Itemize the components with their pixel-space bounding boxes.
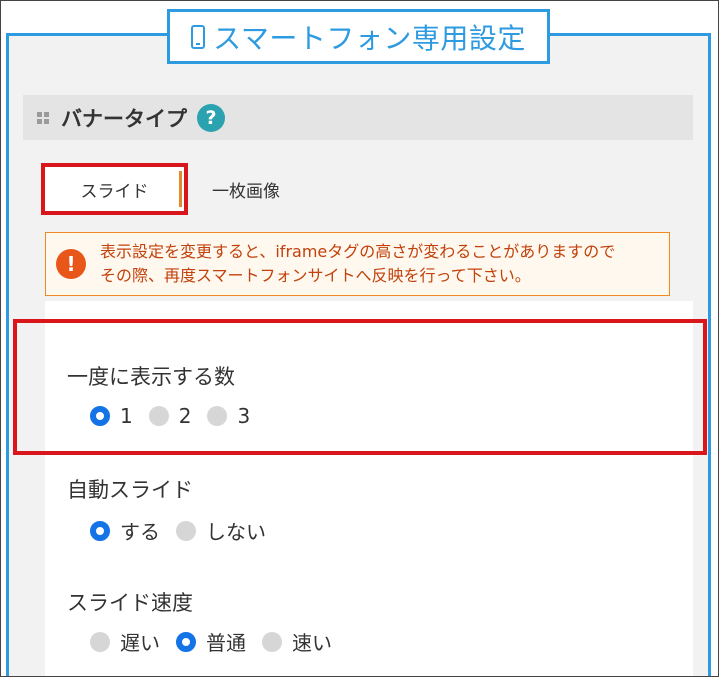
radio-button[interactable] xyxy=(176,631,196,652)
radio-group-slide-speed: 遅い 普通 速い xyxy=(90,627,348,656)
warning-line-1: 表示設定を変更すると、iframeタグの高さが変わることがありますので xyxy=(100,242,616,261)
tab-single-image[interactable]: 一枚画像 xyxy=(191,163,301,215)
radio-button[interactable] xyxy=(262,631,282,652)
tab-label: スライド xyxy=(80,181,149,202)
warning-line-2: その際、再度スマートフォンサイトへ反映を行って下さい。 xyxy=(100,266,531,285)
panel-title: スマートフォン専用設定 xyxy=(213,21,526,55)
radio-option-normal[interactable]: 普通 xyxy=(176,627,246,656)
setting-label-auto-slide: 自動スライド xyxy=(67,478,193,502)
warning-notice: ! 表示設定を変更すると、iframeタグの高さが変わることがありますので その… xyxy=(45,232,670,296)
radio-button[interactable] xyxy=(90,520,110,541)
smartphone-icon xyxy=(191,24,206,49)
screenshot-frame: スマートフォン専用設定 バナータイプ ? スライド 一枚画像 ! 表示設定を変更… xyxy=(0,0,719,677)
radio-option-fast[interactable]: 速い xyxy=(262,627,332,656)
grip-icon xyxy=(37,111,49,124)
highlight-box-display-count xyxy=(13,319,707,455)
radio-option-on[interactable]: する xyxy=(90,516,160,545)
radio-group-auto-slide: する しない xyxy=(90,516,282,545)
exclamation-icon: ! xyxy=(56,249,86,279)
radio-label: しない xyxy=(206,520,266,544)
radio-label: する xyxy=(120,520,160,544)
radio-button[interactable] xyxy=(90,631,110,652)
panel-title-box: スマートフォン専用設定 xyxy=(167,9,550,64)
radio-option-off[interactable]: しない xyxy=(176,516,266,545)
radio-label: 普通 xyxy=(206,631,246,655)
radio-label: 遅い xyxy=(120,631,160,655)
radio-option-slow[interactable]: 遅い xyxy=(90,627,160,656)
warning-text: 表示設定を変更すると、iframeタグの高さが変わることがありますので その際、… xyxy=(100,240,615,288)
tab-slide[interactable]: スライド xyxy=(41,163,188,215)
radio-button[interactable] xyxy=(176,520,196,541)
radio-label: 速い xyxy=(292,631,332,655)
setting-label-slide-speed: スライド速度 xyxy=(67,591,193,615)
section-header-banner-type: バナータイプ ? xyxy=(23,95,693,140)
section-title: バナータイプ xyxy=(61,106,187,131)
tab-label: 一枚画像 xyxy=(212,181,280,202)
question-icon[interactable]: ? xyxy=(197,103,225,132)
